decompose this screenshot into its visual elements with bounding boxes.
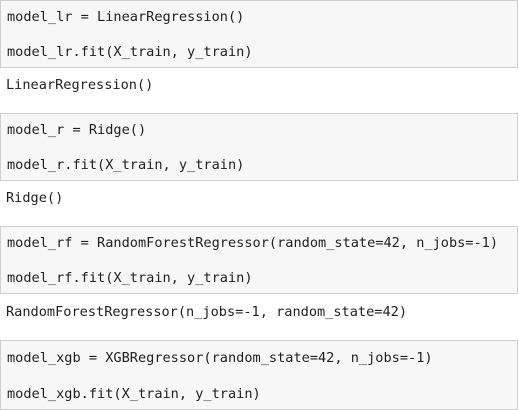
code-cell-output: LinearRegression() [0, 68, 519, 113]
output-text: LinearRegression() [6, 77, 154, 93]
code-cell-input[interactable]: model_lr = LinearRegression() model_lr.f… [0, 0, 518, 68]
code-cell-output: Ridge() [0, 181, 519, 226]
code-cell-input[interactable]: model_rf = RandomForestRegressor(random_… [0, 226, 518, 294]
code-line: model_xgb.fit(X_train, y_train) [7, 386, 261, 402]
code-line: model_rf = RandomForestRegressor(random_… [7, 235, 499, 251]
code-line: model_xgb = XGBRegressor(random_state=42… [7, 350, 433, 366]
output-text: RandomForestRegressor(n_jobs=-1, random_… [6, 304, 408, 320]
code-line: model_r = Ridge() [7, 122, 147, 138]
notebook: model_lr = LinearRegression() model_lr.f… [0, 0, 519, 410]
code-cell-input[interactable]: model_xgb = XGBRegressor(random_state=42… [0, 340, 518, 410]
code-line: model_rf.fit(X_train, y_train) [7, 270, 253, 286]
code-cell-input[interactable]: model_r = Ridge() model_r.fit(X_train, y… [0, 113, 518, 181]
code-line: model_lr.fit(X_train, y_train) [7, 44, 253, 60]
code-line: model_r.fit(X_train, y_train) [7, 157, 245, 173]
code-line: model_lr = LinearRegression() [7, 9, 245, 25]
output-text: Ridge() [6, 190, 64, 206]
code-cell-output: RandomForestRegressor(n_jobs=-1, random_… [0, 294, 519, 340]
